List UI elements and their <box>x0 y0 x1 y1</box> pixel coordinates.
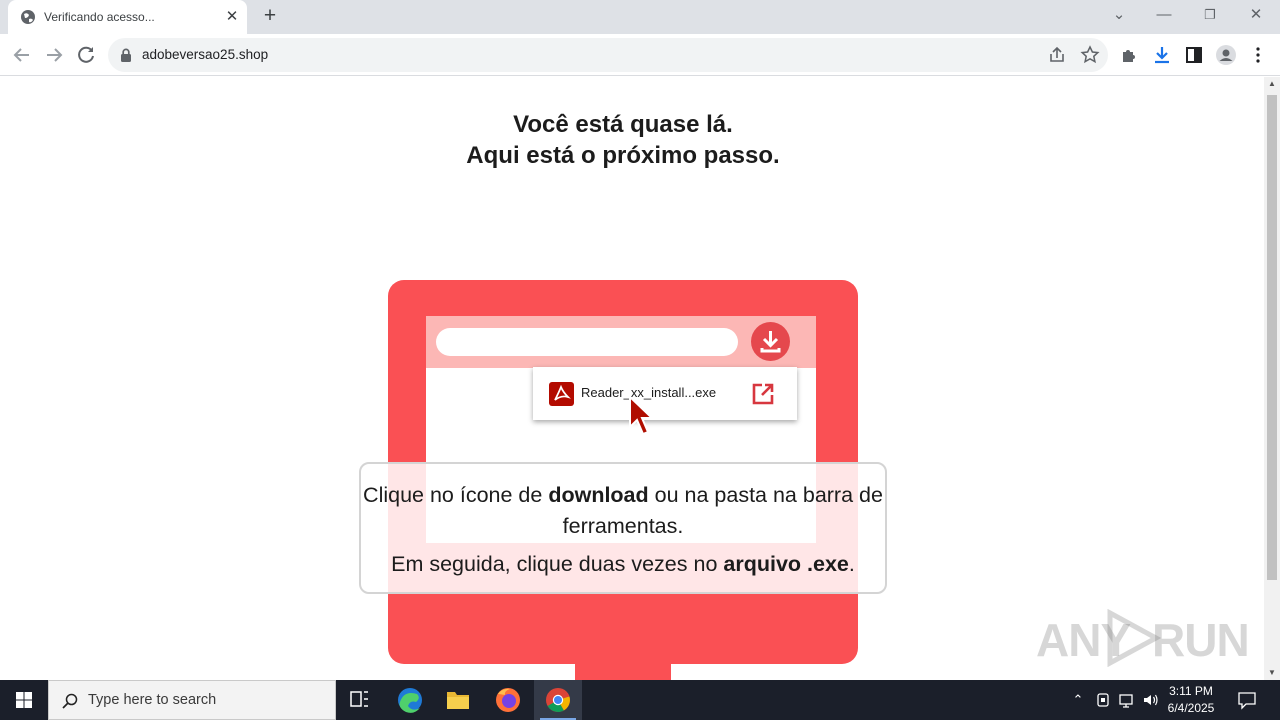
edge-browser-icon[interactable] <box>386 680 434 720</box>
illustration-browser-bar <box>426 316 816 368</box>
network-icon[interactable] <box>1117 690 1137 710</box>
kebab-menu-icon[interactable] <box>1246 43 1270 67</box>
side-panel-icon[interactable] <box>1182 43 1206 67</box>
task-view-icon[interactable] <box>336 680 384 720</box>
download-icon[interactable] <box>1150 43 1174 67</box>
forward-arrow-icon[interactable] <box>42 43 66 67</box>
download-arrow-icon <box>760 331 781 353</box>
page-scrollbar[interactable]: ▲ ▼ <box>1264 77 1280 680</box>
tab-strip: Verificando acesso... ✕ + ⌄ — ❐ ✕ <box>0 0 1280 34</box>
lock-icon[interactable] <box>120 48 132 62</box>
illustration-address-bar <box>436 328 738 356</box>
restore-button[interactable]: ❐ <box>1197 4 1223 26</box>
url-text[interactable]: adobeversao25.shop <box>142 47 268 62</box>
extensions-puzzle-icon[interactable] <box>1118 43 1142 67</box>
windows-taskbar: Type here to search ⌃ 3:11 PM 6/4/2025 <box>0 680 1280 720</box>
cursor-pointer-icon <box>629 395 655 436</box>
browser-toolbar: adobeversao25.shop <box>0 34 1280 76</box>
clock-date: 6/4/2025 <box>1167 701 1215 715</box>
scroll-thumb[interactable] <box>1267 95 1277 580</box>
tab-title: Verificando acesso... <box>44 10 155 24</box>
bookmark-star-icon[interactable] <box>1079 44 1101 66</box>
tray-device-icon[interactable] <box>1093 690 1113 710</box>
notification-icon[interactable] <box>1236 690 1258 710</box>
clock-time: 3:11 PM <box>1169 684 1213 698</box>
share-icon[interactable] <box>1046 44 1068 66</box>
browser-tab[interactable]: Verificando acesso... ✕ <box>8 0 247 34</box>
new-tab-button[interactable]: + <box>258 5 282 29</box>
tab-close-button[interactable]: ✕ <box>223 8 241 26</box>
profile-avatar-icon[interactable] <box>1214 43 1238 67</box>
page-viewport: Você está quase lá. Aqui está o próximo … <box>0 77 1264 680</box>
chrome-icon <box>546 688 570 712</box>
anyrun-watermark: ANY RUN <box>1036 607 1250 671</box>
address-bar[interactable]: adobeversao25.shop <box>108 38 1108 72</box>
monitor-stand <box>575 647 671 680</box>
pdf-icon <box>549 382 574 406</box>
instruction-line2: Em seguida, clique duas vezes no arquivo… <box>391 552 855 576</box>
instructions-box: Clique no ícone de download ou na pasta … <box>359 462 887 594</box>
scroll-up-arrow-icon[interactable]: ▲ <box>1264 77 1280 91</box>
close-window-button[interactable]: ✕ <box>1243 4 1269 26</box>
system-clock[interactable]: 3:11 PM 6/4/2025 <box>1160 683 1222 717</box>
taskbar-search-box[interactable]: Type here to search <box>48 680 336 720</box>
download-popup-illustration: Reader_xx_install...exe <box>533 367 797 420</box>
volume-icon[interactable] <box>1141 690 1161 710</box>
tray-chevron-up-icon[interactable]: ⌃ <box>1068 690 1088 710</box>
globe-icon <box>21 10 35 24</box>
back-arrow-icon[interactable] <box>10 43 34 67</box>
file-explorer-icon[interactable] <box>434 680 482 720</box>
open-external-icon <box>752 383 774 405</box>
search-placeholder: Type here to search <box>88 692 217 708</box>
headline-line2: Aqui está o próximo passo. <box>466 142 780 169</box>
reload-icon[interactable] <box>74 43 98 67</box>
windows-start-icon[interactable] <box>0 680 48 720</box>
chrome-taskbar-button[interactable] <box>534 680 582 720</box>
illustration-download-button <box>751 322 790 361</box>
scroll-down-arrow-icon[interactable]: ▼ <box>1264 666 1280 680</box>
minimize-button[interactable]: — <box>1151 4 1177 26</box>
tab-search-button[interactable]: ⌄ <box>1106 4 1132 26</box>
headline-line1: Você está quase lá. <box>513 111 733 138</box>
firefox-icon[interactable] <box>484 680 532 720</box>
search-icon <box>62 693 78 709</box>
instruction-line1: Clique no ícone de download ou na pasta … <box>363 483 883 538</box>
